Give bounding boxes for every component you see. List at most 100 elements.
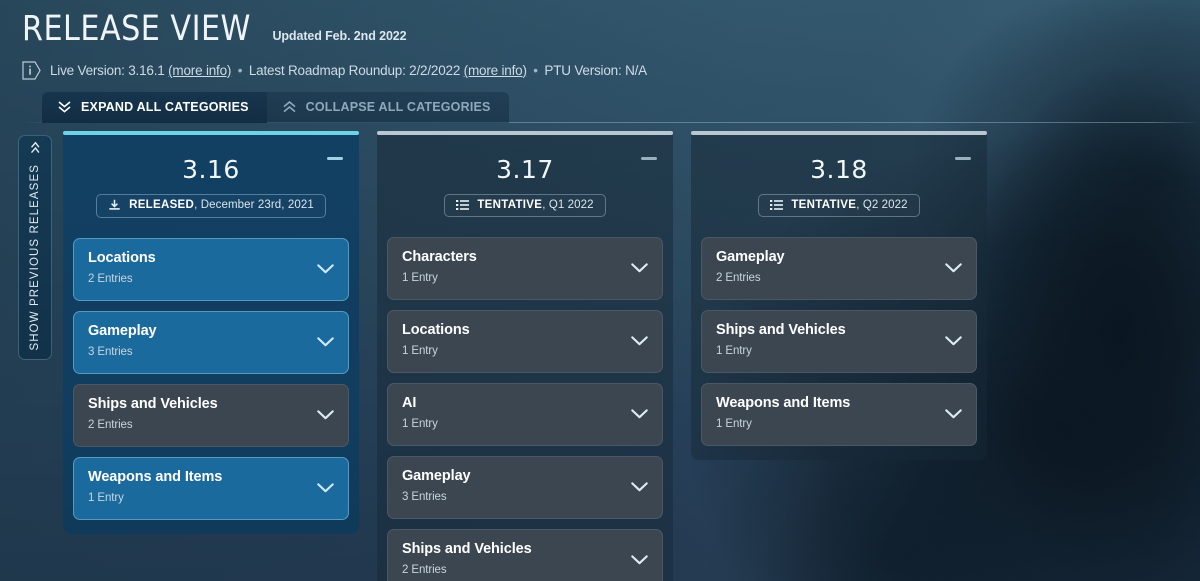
toolbar-wrap: EXPAND ALL CATEGORIES COLLAPSE ALL CATEG… (22, 91, 1200, 123)
chevron-down-icon[interactable] (631, 409, 648, 419)
chevron-double-down-icon (58, 101, 71, 113)
column-panel: 3.17 TENTATIVE, Q1 2022 Characters 1 Entry L… (377, 134, 673, 581)
chevron-down-icon[interactable] (631, 482, 648, 492)
collapse-all-label: COLLAPSE ALL CATEGORIES (305, 100, 491, 114)
release-status-text: RELEASED, December 23rd, 2021 (129, 199, 314, 211)
chevron-down-icon[interactable] (317, 410, 334, 420)
info-separator-2: • (529, 62, 542, 78)
chevron-double-up-icon (283, 101, 296, 113)
info-row: Live Version: 3.16.1 (more info) • Lates… (22, 60, 1200, 80)
category-card-entry-count: 3 Entries (402, 490, 447, 503)
category-card-entry-count: 3 Entries (88, 345, 133, 358)
column-accent-line (63, 130, 359, 135)
badge-wrap: RELEASED, December 23rd, 2021 (77, 184, 345, 218)
category-card-entry-count: 2 Entries (716, 271, 761, 284)
column-version-label: 3.18 (810, 154, 868, 184)
category-card-title: Ships and Vehicles (716, 321, 846, 338)
release-column-3.17: 3.17 TENTATIVE, Q1 2022 Characters 1 Entry L… (377, 130, 673, 581)
release-status-badge[interactable]: RELEASED, December 23rd, 2021 (96, 193, 326, 218)
category-card[interactable]: Locations 2 Entries (73, 237, 349, 301)
release-status-word: TENTATIVE (477, 198, 543, 211)
chevron-down-icon[interactable] (631, 263, 648, 273)
category-card[interactable]: Gameplay 3 Entries (387, 455, 663, 519)
category-card-entry-count: 2 Entries (402, 563, 447, 576)
release-view-page: RELEASE VIEW Updated Feb. 2nd 2022 Live … (0, 0, 1200, 581)
category-card-title: Characters (402, 248, 477, 265)
chevron-down-icon[interactable] (945, 336, 962, 346)
title-row: RELEASE VIEW Updated Feb. 2nd 2022 (22, 10, 1200, 49)
category-card[interactable]: Gameplay 2 Entries (701, 236, 977, 300)
category-card[interactable]: Weapons and Items 1 Entry (701, 382, 977, 446)
column-version-label: 3.16 (182, 154, 240, 184)
updated-label: Updated Feb. 2nd 2022 (272, 29, 407, 43)
category-card[interactable]: Characters 1 Entry (387, 236, 663, 300)
list-icon (770, 199, 784, 211)
list-icon (456, 199, 470, 211)
category-card-list: Locations 2 Entries Gameplay 3 Entries Ships… (73, 237, 349, 520)
category-card[interactable]: Gameplay 3 Entries (73, 310, 349, 374)
category-card[interactable]: Locations 1 Entry (387, 309, 663, 373)
chevron-down-icon[interactable] (945, 263, 962, 273)
category-card-title: Weapons and Items (88, 468, 223, 485)
release-status-badge[interactable]: TENTATIVE, Q1 2022 (444, 193, 606, 217)
chevron-down-icon[interactable] (317, 337, 334, 347)
release-status-word: RELEASED (129, 199, 195, 211)
download-icon (108, 199, 121, 212)
expand-all-label: EXPAND ALL CATEGORIES (81, 100, 249, 114)
chevron-double-left-icon (30, 141, 40, 155)
chevron-down-icon[interactable] (317, 483, 334, 493)
chevron-down-icon[interactable] (945, 409, 962, 419)
body-area: SHOW PREVIOUS RELEASES 3.16 RELEASED, Dec… (0, 130, 1200, 581)
release-status-text: TENTATIVE, Q1 2022 (477, 199, 593, 211)
live-version-label: Live Version: 3.16.1 (50, 62, 169, 78)
column-panel: 3.16 RELEASED, December 23rd, 2021 Locatio… (63, 134, 359, 534)
category-card-title: Locations (402, 321, 470, 338)
category-card-title: Ships and Vehicles (88, 395, 218, 412)
category-card-list: Characters 1 Entry Locations 1 Entry AI 1 Ent… (387, 236, 663, 581)
show-previous-releases-inner: SHOW PREVIOUS RELEASES (28, 141, 42, 351)
ptu-version-label: PTU Version: N/A (544, 62, 647, 78)
category-card-title: Locations (88, 249, 156, 266)
release-status-badge[interactable]: TENTATIVE, Q2 2022 (758, 193, 920, 217)
category-card[interactable]: AI 1 Entry (387, 382, 663, 446)
badge-wrap: TENTATIVE, Q2 2022 (705, 184, 973, 217)
category-toolbar: EXPAND ALL CATEGORIES COLLAPSE ALL CATEG… (42, 91, 509, 123)
chevron-down-icon[interactable] (317, 264, 334, 274)
category-card-title: Gameplay (88, 322, 157, 339)
column-header: 3.18 TENTATIVE, Q2 2022 (701, 145, 977, 223)
minimize-icon[interactable] (327, 156, 343, 160)
minimize-icon[interactable] (955, 156, 971, 160)
minimize-icon[interactable] (641, 156, 657, 160)
chevron-down-icon[interactable] (631, 336, 648, 346)
column-accent-line (691, 130, 987, 135)
category-card[interactable]: Weapons and Items 1 Entry (73, 456, 349, 520)
expand-all-categories-button[interactable]: EXPAND ALL CATEGORIES (42, 91, 267, 123)
column-header: 3.16 RELEASED, December 23rd, 2021 (73, 145, 349, 224)
category-card-entry-count: 2 Entries (88, 418, 133, 431)
release-status-word: TENTATIVE (791, 198, 857, 211)
chevron-down-icon[interactable] (631, 555, 648, 565)
info-separator-1: • (234, 62, 246, 78)
roadmap-roundup-label: Latest Roadmap Roundup: 2/2/2022 (248, 62, 464, 78)
category-card-entry-count: 1 Entry (402, 344, 438, 357)
page-title: RELEASE VIEW (22, 9, 251, 49)
category-card[interactable]: Ships and Vehicles 2 Entries (73, 383, 349, 447)
category-card-entry-count: 1 Entry (402, 417, 438, 430)
roadmap-more-info-link[interactable]: (more info) (464, 63, 527, 78)
column-panel: 3.18 TENTATIVE, Q2 2022 Gameplay 2 Entries S… (691, 134, 987, 460)
info-text: Live Version: 3.16.1 (more info) • Lates… (50, 63, 647, 78)
badge-wrap: TENTATIVE, Q1 2022 (391, 184, 659, 217)
release-column-3.16: 3.16 RELEASED, December 23rd, 2021 Locatio… (63, 130, 359, 581)
show-previous-releases-tab[interactable]: SHOW PREVIOUS RELEASES (18, 134, 52, 360)
live-version-more-info-link[interactable]: (more info) (168, 63, 231, 78)
category-card-list: Gameplay 2 Entries Ships and Vehicles 1 Ent… (701, 236, 977, 446)
category-card[interactable]: Ships and Vehicles 2 Entries (387, 528, 663, 581)
collapse-all-categories-button[interactable]: COLLAPSE ALL CATEGORIES (266, 91, 509, 123)
category-card-title: Ships and Vehicles (402, 540, 532, 557)
category-card-title: Weapons and Items (716, 394, 851, 411)
column-header: 3.17 TENTATIVE, Q1 2022 (387, 145, 663, 223)
category-card[interactable]: Ships and Vehicles 1 Entry (701, 309, 977, 373)
release-status-date: , Q1 2022 (542, 198, 594, 211)
release-status-date: , Q2 2022 (856, 198, 908, 211)
category-card-entry-count: 1 Entry (716, 344, 752, 357)
